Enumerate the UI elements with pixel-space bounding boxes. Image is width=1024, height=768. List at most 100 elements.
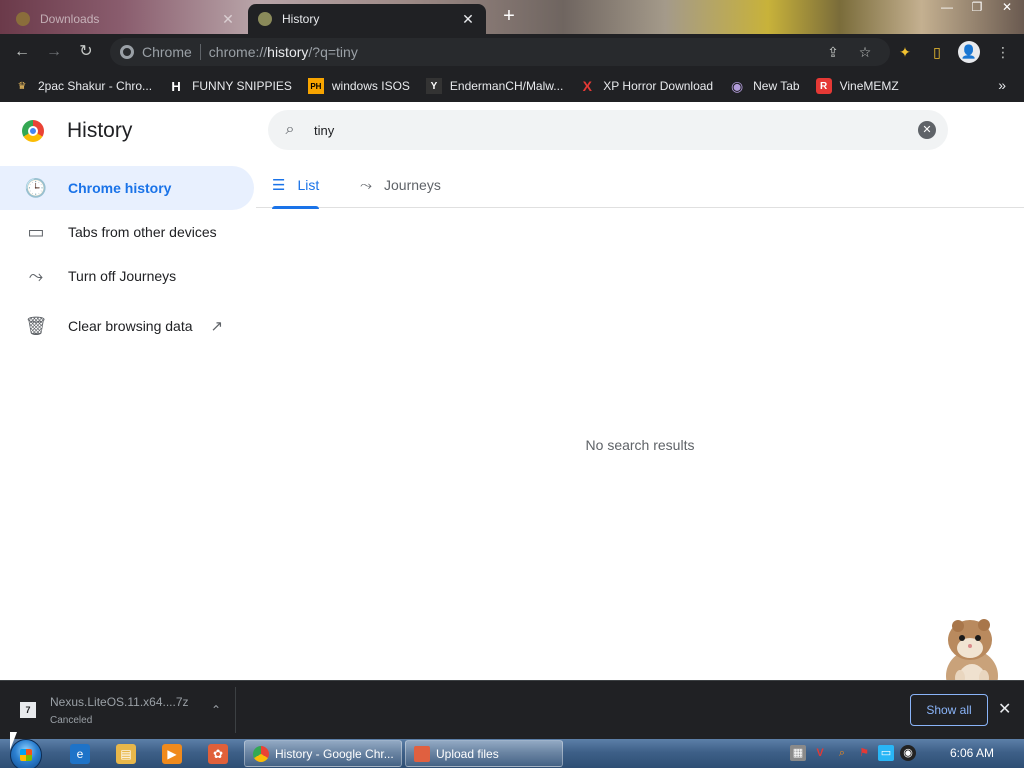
url-rest: /?q=tiny: [308, 44, 358, 60]
empty-state-message: No search results: [585, 437, 695, 453]
taskbar-button-label: Upload files: [436, 746, 499, 761]
download-info: Nexus.LiteOS.11.x64....7z Canceled: [50, 695, 211, 726]
search-box: ⌕ ✕: [268, 110, 948, 150]
external-link-icon: ↗: [210, 318, 224, 335]
bookmark-item[interactable]: R VineMEMZ: [815, 78, 899, 94]
history-page: History ⌕ ✕ 🕒 Chrome history ▭ Tabs from…: [0, 102, 1024, 704]
sidebar-item-tabs-from-other-devices[interactable]: ▭ Tabs from other devices: [0, 210, 254, 254]
antivirus-icon[interactable]: V: [812, 745, 828, 761]
taskbar-button-chrome[interactable]: History - Google Chr...: [244, 740, 402, 767]
restore-button[interactable]: ❐: [968, 0, 986, 14]
bookmark-label: windows ISOS: [331, 79, 410, 93]
bookmark-star-icon[interactable]: ☆: [856, 43, 874, 61]
list-icon: ☰: [272, 177, 286, 194]
windows-taskbar: e ▤ ▶ ✿ History - Google Chr... Upload f…: [0, 739, 1024, 768]
journeys-icon: ⤳: [360, 176, 373, 194]
tab-history[interactable]: History ✕: [248, 4, 486, 34]
bookmark-favicon-icon: ♛: [17, 80, 27, 92]
taskbar-button-label: History - Google Chr...: [275, 746, 394, 761]
internet-explorer-icon[interactable]: e: [70, 744, 90, 764]
show-all-button[interactable]: Show all: [910, 694, 988, 726]
devices-icon: ▭: [27, 222, 45, 242]
side-panel-icon[interactable]: ▯: [928, 43, 946, 61]
bookmark-item[interactable]: X XP Horror Download: [579, 78, 714, 94]
site-label: Chrome: [142, 44, 192, 60]
search-icon: ⌕: [285, 121, 295, 138]
divider: [199, 44, 201, 60]
chevron-up-icon[interactable]: ⌃: [211, 703, 221, 717]
bookmark-favicon-icon: H: [171, 78, 181, 94]
display-icon[interactable]: ▭: [878, 745, 894, 761]
flag-icon[interactable]: ⚑: [856, 745, 872, 761]
download-shelf: 7 Nexus.LiteOS.11.x64....7z Canceled ⌃ S…: [0, 680, 1024, 739]
bookmark-favicon-icon: PH: [307, 78, 324, 94]
reload-button[interactable]: ↻: [76, 42, 96, 62]
sidebar-item-clear-browsing-data[interactable]: 🗑 Clear browsing data ↗: [0, 304, 254, 348]
minimize-button[interactable]: —: [938, 0, 956, 14]
tab-list[interactable]: ☰ List: [272, 162, 320, 209]
window-close-button[interactable]: ✕: [998, 0, 1016, 14]
close-shelf-icon[interactable]: ✕: [998, 699, 1011, 719]
tab-label: List: [297, 177, 320, 193]
tab-journeys[interactable]: ⤳ Journeys: [360, 162, 441, 208]
bookmark-item[interactable]: PH windows ISOS: [307, 78, 410, 94]
bookmark-label: 2pac Shakur - Chro...: [38, 79, 153, 93]
chrome-icon: [253, 745, 269, 762]
download-item[interactable]: 7 Nexus.LiteOS.11.x64....7z Canceled ⌃: [8, 687, 236, 733]
bookmark-item[interactable]: H FUNNY SNIPPIES: [168, 78, 292, 94]
tab-label: Journeys: [384, 177, 441, 193]
paint-icon[interactable]: ✿: [208, 744, 228, 764]
search-input[interactable]: [314, 122, 918, 138]
tab-strip: Downloads ✕ History ✕ + — ❐ ✕: [0, 0, 1024, 34]
chrome-logo-icon: [22, 120, 44, 142]
media-player-icon[interactable]: ▶: [162, 744, 182, 764]
browser-toolbar: ← → ↻ Chrome chrome://history/?q=tiny ⇪ …: [0, 34, 1024, 70]
new-tab-button[interactable]: +: [498, 6, 520, 28]
tab-title: Downloads: [40, 12, 100, 26]
bookmark-favicon-icon: ◉: [731, 77, 744, 94]
bookmark-favicon-icon: R: [815, 78, 832, 94]
bookmark-item[interactable]: Y EndermanCH/Malw...: [425, 78, 563, 94]
forward-button[interactable]: →: [44, 42, 64, 62]
file-explorer-icon[interactable]: ▤: [116, 744, 136, 764]
address-bar[interactable]: Chrome chrome://history/?q=tiny: [110, 38, 890, 66]
tab-downloads[interactable]: Downloads ✕: [6, 4, 246, 34]
journeys-off-icon: ⤳: [28, 266, 44, 286]
network-icon[interactable]: ▦: [790, 745, 806, 761]
close-icon[interactable]: ✕: [220, 11, 236, 28]
bookmark-item[interactable]: ♛ 2pac Shakur - Chro...: [14, 78, 153, 94]
bookmark-label: VineMEMZ: [839, 79, 899, 93]
bookmarks-overflow-icon[interactable]: »: [998, 77, 1006, 93]
menu-icon[interactable]: ⋮: [994, 43, 1012, 61]
tab-title: History: [282, 12, 320, 26]
close-icon[interactable]: ✕: [460, 11, 476, 28]
chrome-icon: [120, 45, 134, 59]
profile-icon[interactable]: 👤: [958, 41, 980, 63]
clear-search-icon[interactable]: ✕: [918, 121, 936, 139]
sidebar-item-chrome-history[interactable]: 🕒 Chrome history: [0, 166, 254, 210]
bookmark-item[interactable]: ◉ New Tab: [729, 77, 800, 94]
upload-icon: [414, 745, 430, 762]
volume-icon[interactable]: ◉: [900, 745, 916, 761]
sidebar-item-label: Clear browsing data: [68, 318, 193, 334]
url-scheme: chrome://: [208, 44, 268, 60]
history-icon: [258, 12, 272, 26]
download-status: Canceled: [50, 714, 93, 726]
sidebar-item-turn-off-journeys[interactable]: ⤳ Turn off Journeys: [0, 254, 254, 298]
history-tabs: ☰ List ⤳ Journeys: [256, 162, 1024, 209]
bookmarks-bar: ♛ 2pac Shakur - Chro... H FUNNY SNIPPIES P…: [0, 70, 1024, 102]
search-tray-icon[interactable]: ⌕: [834, 745, 850, 761]
taskbar-clock: 6:06 AM: [950, 746, 995, 760]
bookmark-favicon-icon: Y: [425, 78, 442, 94]
taskbar-button-upload[interactable]: Upload files: [405, 740, 563, 767]
back-button[interactable]: ←: [12, 42, 32, 62]
download-filename: Nexus.LiteOS.11.x64....7z: [50, 694, 189, 709]
downloads-icon: [16, 12, 30, 26]
extensions-icon[interactable]: ✦: [896, 43, 914, 61]
sidebar-item-label: Chrome history: [68, 180, 172, 196]
bookmark-favicon-icon: X: [582, 78, 592, 94]
share-icon[interactable]: ⇪: [824, 43, 842, 61]
bookmark-label: New Tab: [753, 79, 800, 93]
clock-icon: 🕒: [24, 178, 48, 198]
bookmark-label: FUNNY SNIPPIES: [192, 79, 292, 93]
